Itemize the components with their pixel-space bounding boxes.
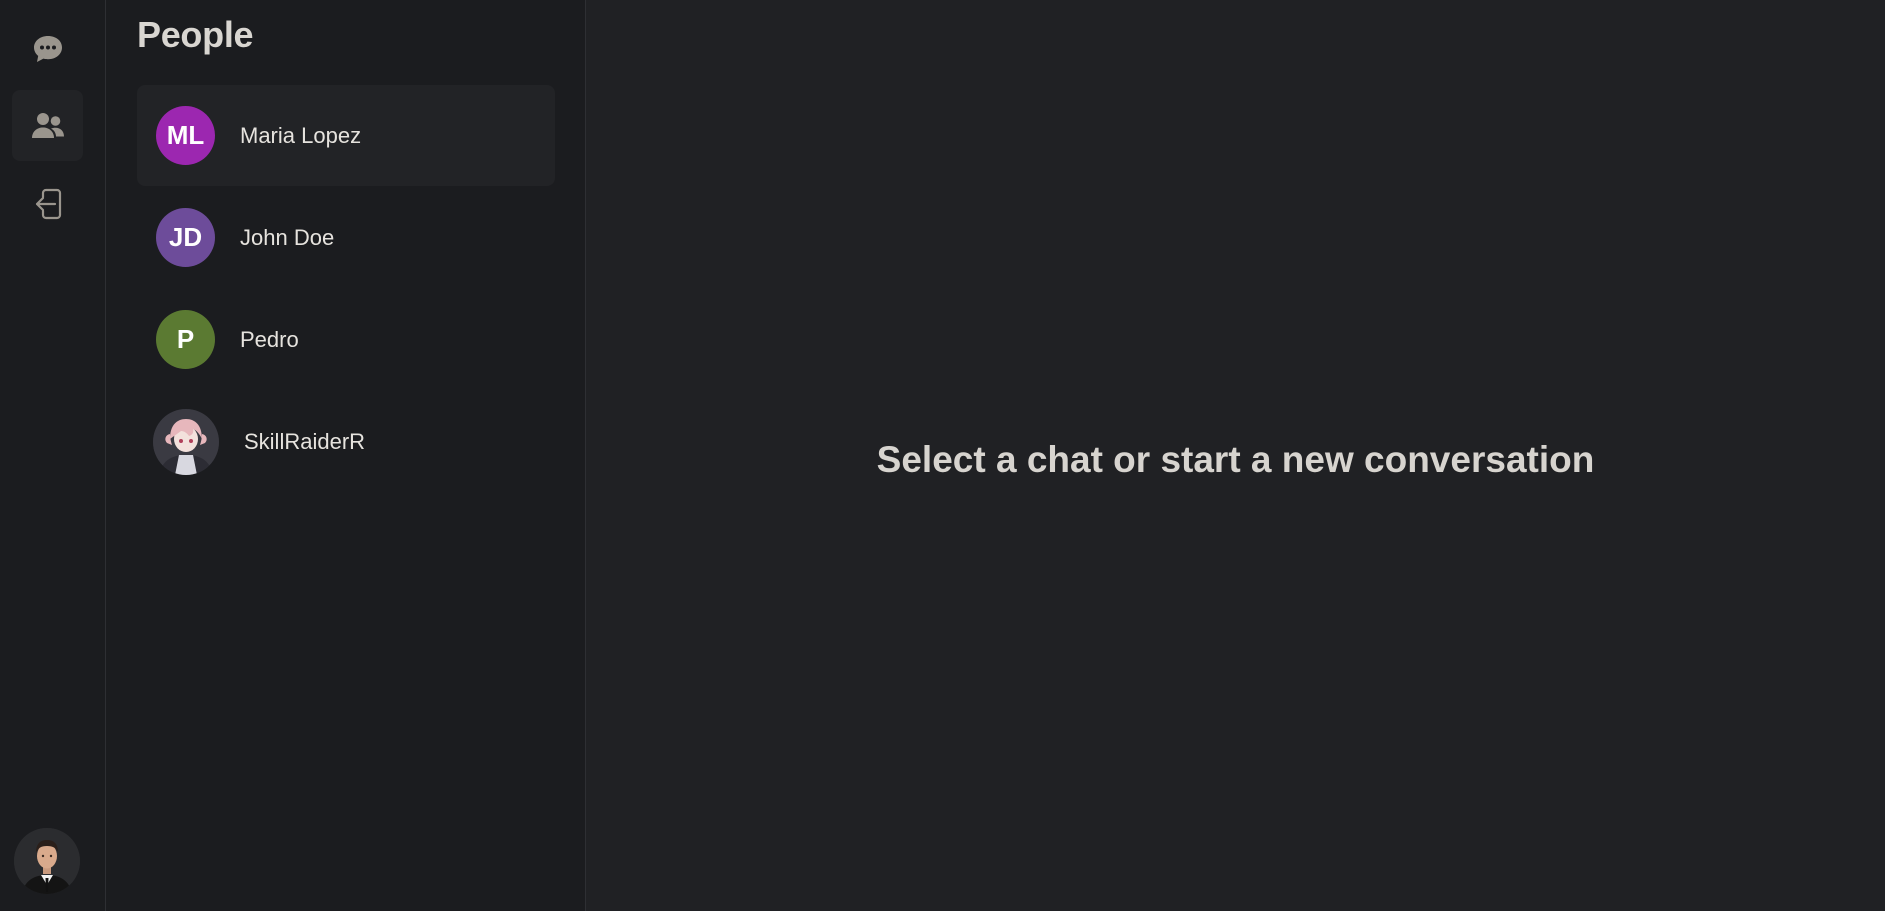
people-icon [31,111,65,141]
logout-icon [33,188,63,220]
conversation-area: Select a chat or start a new conversatio… [586,0,1885,911]
icon-rail [0,0,106,911]
page-title: People [137,14,254,55]
nav-people-button[interactable] [12,90,83,161]
avatar: JD [156,208,215,267]
contact-item-pedro[interactable]: P Pedro [137,289,555,390]
nav-chats-button[interactable] [12,13,83,84]
chat-icon [32,34,64,64]
avatar: P [156,310,215,369]
empty-state-message: Select a chat or start a new conversatio… [876,438,1595,480]
user-avatar[interactable] [14,828,80,894]
contact-item-skillraiderr[interactable]: SkillRaiderR [137,391,555,492]
contact-name: Pedro [240,326,299,352]
avatar-image [153,408,219,475]
contact-name: John Doe [240,224,335,250]
avatar: ML [156,106,215,165]
contact-item-john-doe[interactable]: JD John Doe [137,187,555,288]
contact-item-maria-lopez[interactable]: ML Maria Lopez [137,85,555,186]
contact-name: SkillRaiderR [244,428,366,454]
contact-name: Maria Lopez [240,122,362,148]
nav-logout-button[interactable] [12,168,83,239]
people-panel: People ML Maria Lopez JD John Doe P Pedr… [106,0,586,911]
